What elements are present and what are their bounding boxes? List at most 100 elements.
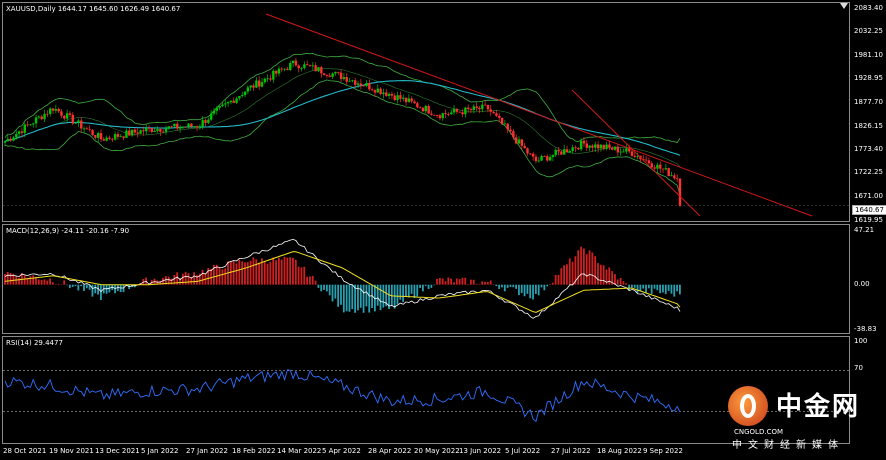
candle-body xyxy=(455,109,459,112)
candle-body xyxy=(427,105,430,114)
price-ytick: 1773.40 xyxy=(854,145,883,153)
candle-body xyxy=(356,83,360,85)
candle-body xyxy=(15,133,18,138)
macd-histogram-bar xyxy=(63,280,66,285)
candle-body xyxy=(506,123,509,130)
macd-histogram-bar xyxy=(6,271,9,285)
candle-body xyxy=(153,131,156,132)
rsi-panel-label: RSI(14) 29.4477 xyxy=(6,339,63,347)
candle-body xyxy=(139,130,142,134)
macd-histogram-bar xyxy=(306,276,308,285)
candle-body xyxy=(661,168,665,170)
macd-histogram-bar xyxy=(512,284,515,288)
candle-body xyxy=(32,123,35,125)
macd-histogram-bar xyxy=(636,284,639,293)
macd-histogram-bar xyxy=(238,259,241,285)
macd-histogram-bar xyxy=(447,277,450,285)
macd-histogram-bar xyxy=(577,250,580,285)
candle-body xyxy=(531,153,535,157)
macd-histogram-bar xyxy=(314,280,317,285)
candle-body xyxy=(393,95,396,101)
macd-histogram-bar xyxy=(252,257,255,285)
macd-histogram-bar xyxy=(331,284,334,302)
x-tick: 14 Mar 2022 xyxy=(277,447,322,455)
candle-body xyxy=(351,80,354,82)
candle-body xyxy=(116,134,120,137)
candle-body xyxy=(452,109,456,113)
candle-body xyxy=(413,101,416,104)
candle-body xyxy=(133,129,137,133)
macd-histogram-bar xyxy=(37,279,40,285)
macd-histogram-bar xyxy=(599,264,602,285)
panel-collapse-icon[interactable] xyxy=(840,3,848,9)
candle-body xyxy=(588,145,591,148)
macd-histogram-bar xyxy=(49,278,51,285)
macd-histogram-bar xyxy=(546,284,549,287)
candle-body xyxy=(63,115,66,119)
macd-histogram-bar xyxy=(424,284,427,286)
macd-histogram-bar xyxy=(405,284,407,297)
price-low-tick: 1619.95 xyxy=(854,216,883,224)
candle-body xyxy=(29,124,32,126)
candle-body xyxy=(402,97,405,99)
macd-histogram-bar xyxy=(105,284,108,294)
candle-body xyxy=(337,71,340,73)
macd-histogram-bar xyxy=(594,256,597,285)
macd-histogram-bar xyxy=(94,284,97,294)
candle-body xyxy=(622,151,625,153)
candle-body xyxy=(613,146,617,150)
rsi-line xyxy=(4,369,681,423)
macd-histogram-bar xyxy=(566,264,568,285)
macd-histogram-bar xyxy=(54,284,57,285)
candle-body xyxy=(379,88,382,94)
candle-body xyxy=(565,149,569,153)
macd-histogram-bar xyxy=(436,278,438,285)
macd-histogram-bar xyxy=(503,284,506,292)
macd-histogram-bar xyxy=(662,284,664,293)
candle-body xyxy=(325,75,329,76)
candle-body xyxy=(34,117,38,124)
cngold-logo-icon xyxy=(728,386,768,426)
macd-histogram-bar xyxy=(647,284,650,289)
candle-body xyxy=(382,92,385,94)
x-tick: 28 Oct 2021 xyxy=(3,447,47,455)
macd-histogram-bar xyxy=(430,284,433,288)
candle-body xyxy=(450,112,453,115)
candle-body xyxy=(176,123,179,129)
macd-histogram-bar xyxy=(679,284,681,295)
candle-body xyxy=(3,141,7,143)
candle-body xyxy=(266,78,269,80)
macd-histogram-bar xyxy=(337,284,340,307)
candle-body xyxy=(503,123,507,125)
macd-histogram-bar xyxy=(421,284,424,292)
x-tick: 18 Aug 2022 xyxy=(597,447,642,455)
rsi-ytick: 100 xyxy=(854,337,868,345)
candle-body xyxy=(594,144,597,148)
candle-body xyxy=(664,168,668,170)
candle-body xyxy=(571,147,574,152)
candle-body xyxy=(9,138,12,141)
candle-body xyxy=(235,98,238,103)
candle-body xyxy=(418,107,422,109)
macd-histogram-bar xyxy=(342,284,345,313)
candle-body xyxy=(435,115,439,116)
candle-body xyxy=(670,175,673,177)
candle-body xyxy=(311,65,315,67)
macd-histogram-bar xyxy=(269,261,272,285)
candle-body xyxy=(433,114,436,116)
macd-histogram-bar xyxy=(653,284,656,289)
macd-histogram-bar xyxy=(450,278,453,285)
candle-body xyxy=(322,73,326,76)
macd-histogram-bar xyxy=(323,284,325,290)
candle-body xyxy=(300,67,303,69)
macd-histogram-bar xyxy=(506,284,509,288)
candle-body xyxy=(509,129,512,132)
candle-body xyxy=(390,93,394,96)
candle-body xyxy=(348,80,351,82)
candle-body xyxy=(187,123,190,128)
macd-histogram-bar xyxy=(501,284,503,288)
bollinger-upper-line xyxy=(4,52,681,143)
candle-body xyxy=(331,73,334,77)
macd-histogram-bar xyxy=(40,279,43,285)
macd-histogram-bar xyxy=(588,250,591,285)
